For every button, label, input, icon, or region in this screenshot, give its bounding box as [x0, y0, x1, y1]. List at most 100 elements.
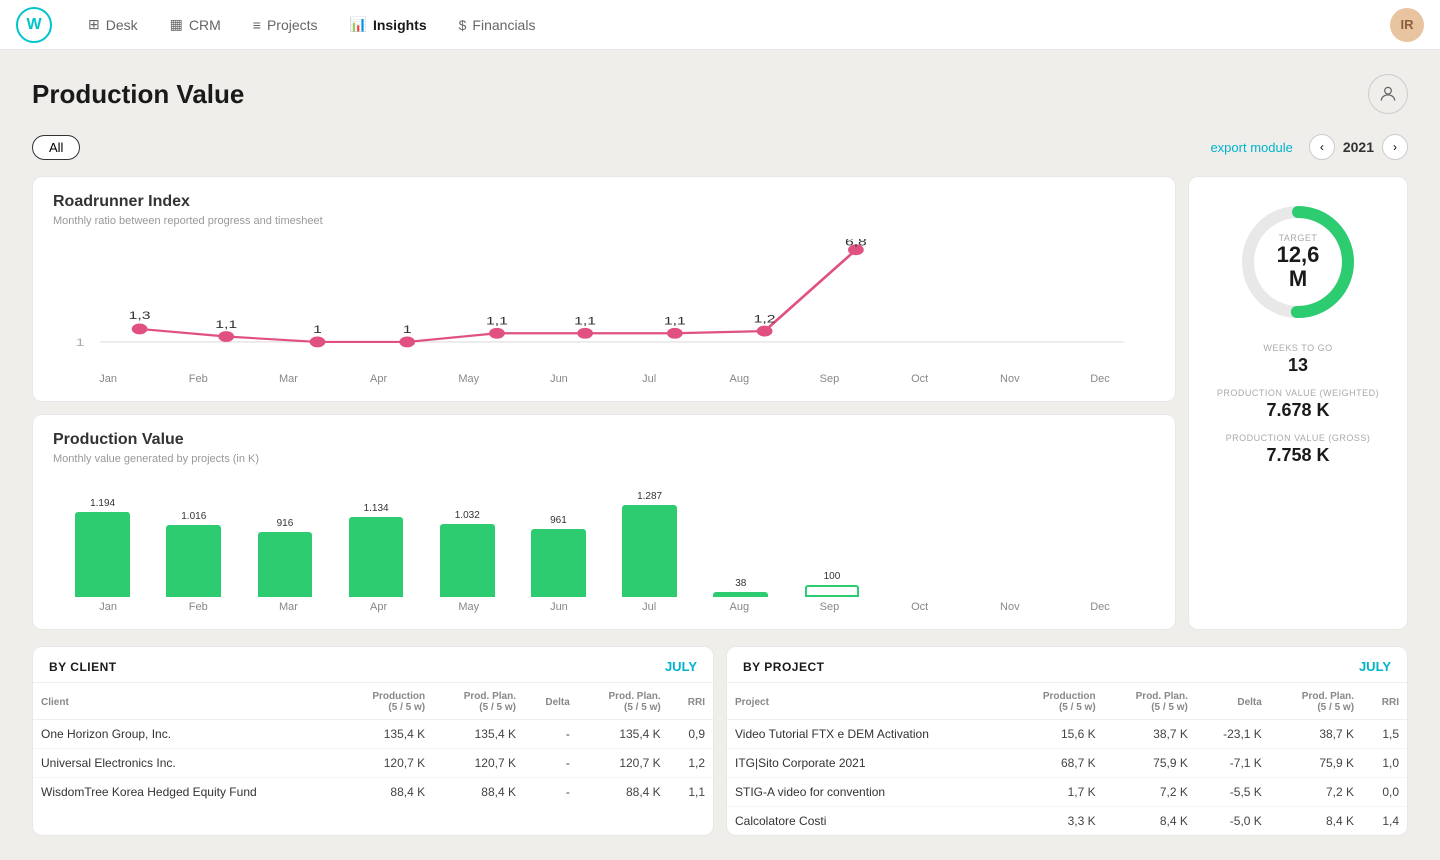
table-row: WisdomTree Korea Hedged Equity Fund 88,4… [33, 778, 713, 807]
svg-text:1: 1 [403, 324, 412, 336]
year-label: 2021 [1343, 139, 1374, 155]
charts-area: Roadrunner Index Monthly ratio between r… [32, 176, 1176, 630]
bar-jun: 961 [513, 515, 604, 597]
svg-text:1,2: 1,2 [754, 313, 776, 325]
production-x-labels: Jan Feb Mar Apr May Jun Jul Aug Sep Oct … [53, 601, 1155, 613]
nav-item-insights[interactable]: 📊 Insights [338, 10, 439, 39]
crm-icon: ▦ [170, 16, 183, 33]
bar-jul: 1.287 [604, 491, 695, 597]
year-next-button[interactable]: › [1382, 134, 1408, 160]
project-data-table: Project Production(5 / 5 w) Prod. Plan.(… [727, 683, 1407, 835]
prod-gross-value: 7.758 K [1205, 445, 1391, 466]
svg-text:1,1: 1,1 [215, 318, 237, 330]
year-prev-button[interactable]: ‹ [1309, 134, 1335, 160]
main-content: Production Value All export module ‹ 202… [0, 50, 1440, 860]
roadrunner-card: Roadrunner Index Monthly ratio between r… [32, 176, 1176, 402]
roadrunner-subtitle: Monthly ratio between reported progress … [53, 215, 1155, 227]
prod-gross-label: PRODUCTION VALUE (GROSS) [1205, 433, 1391, 443]
svg-text:1,3: 1,3 [129, 310, 151, 322]
col-production-p: Production(5 / 5 w) [1011, 683, 1104, 720]
col-delta: Delta [524, 683, 578, 720]
weeks-to-go-label: WEEKS TO GO [1205, 343, 1391, 353]
navigation: W ⊞ Desk ▦ CRM ≡ Projects 📊 Insights $ F… [0, 0, 1440, 50]
col-prod-plan2-p: Prod. Plan.(5 / 5 w) [1270, 683, 1362, 720]
prod-weighted-value: 7.678 K [1205, 400, 1391, 421]
weeks-to-go-stat: WEEKS TO GO 13 [1205, 343, 1391, 376]
roadrunner-chart: 1 1,3 [53, 239, 1155, 369]
bar-dec [1060, 594, 1151, 597]
nav-item-projects[interactable]: ≡ Projects [241, 10, 330, 39]
filter-row: All export module ‹ 2021 › [32, 134, 1408, 160]
content-grid: Roadrunner Index Monthly ratio between r… [32, 176, 1408, 630]
bar-apr: 1.134 [331, 503, 422, 597]
by-client-table: BY CLIENT JULY Client Production(5 / 5 w… [32, 646, 714, 836]
app-logo[interactable]: W [16, 7, 52, 43]
production-value-subtitle: Monthly value generated by projects (in … [53, 453, 1155, 465]
bar-feb: 1.016 [148, 511, 239, 597]
svg-text:1,1: 1,1 [664, 315, 686, 327]
svg-text:1: 1 [76, 337, 85, 349]
page-title: Production Value [32, 79, 244, 110]
roadrunner-title: Roadrunner Index [53, 193, 1155, 211]
nav-item-crm[interactable]: ▦ CRM [158, 10, 233, 39]
svg-text:1,1: 1,1 [486, 315, 508, 327]
by-project-table: BY PROJECT JULY Project Production(5 / 5… [726, 646, 1408, 836]
prod-weighted-stat: PRODUCTION VALUE (WEIGHTED) 7.678 K [1205, 388, 1391, 421]
client-data-table: Client Production(5 / 5 w) Prod. Plan.(5… [33, 683, 713, 806]
bar-may: 1.032 [422, 510, 513, 597]
filter-all-button[interactable]: All [32, 135, 80, 160]
production-value-title: Production Value [53, 431, 1155, 449]
col-production: Production(5 / 5 w) [342, 683, 434, 720]
desk-icon: ⊞ [88, 16, 100, 33]
by-project-month: JULY [1359, 659, 1391, 674]
by-project-header: BY PROJECT JULY [727, 647, 1407, 683]
col-client: Client [33, 683, 342, 720]
by-project-title: BY PROJECT [743, 660, 824, 674]
prod-gross-stat: PRODUCTION VALUE (GROSS) 7.758 K [1205, 433, 1391, 466]
table-row: ITG|Sito Corporate 2021 68,7 K 75,9 K -7… [727, 749, 1407, 778]
bar-jan: 1.194 [57, 498, 148, 597]
col-prod-plan-p: Prod. Plan.(5 / 5 w) [1104, 683, 1196, 720]
by-client-month: JULY [665, 659, 697, 674]
bar-aug: 38 [695, 578, 786, 597]
prod-weighted-label: PRODUCTION VALUE (WEIGHTED) [1205, 388, 1391, 398]
bar-oct [878, 594, 969, 597]
nav-item-desk[interactable]: ⊞ Desk [76, 10, 150, 39]
donut-chart: TARGET 12,6 M [1233, 197, 1363, 327]
col-rri: RRI [669, 683, 713, 720]
bar-chart: 1.194 1.016 916 1.134 [53, 477, 1155, 597]
insights-icon: 📊 [350, 16, 367, 33]
avatar[interactable]: IR [1390, 8, 1424, 42]
weeks-to-go-value: 13 [1205, 355, 1391, 376]
nav-items: ⊞ Desk ▦ CRM ≡ Projects 📊 Insights $ Fin… [76, 10, 1390, 39]
svg-text:6,8: 6,8 [845, 239, 867, 248]
stats-block: WEEKS TO GO 13 PRODUCTION VALUE (WEIGHTE… [1205, 343, 1391, 466]
table-row: Calcolatore Costi 3,3 K 8,4 K -5,0 K 8,4… [727, 807, 1407, 836]
col-project: Project [727, 683, 1011, 720]
by-client-title: BY CLIENT [49, 660, 117, 674]
col-rri-p: RRI [1362, 683, 1407, 720]
bar-mar: 916 [239, 518, 330, 597]
col-delta-p: Delta [1196, 683, 1270, 720]
col-prod-plan2: Prod. Plan.(5 / 5 w) [578, 683, 669, 720]
by-client-header: BY CLIENT JULY [33, 647, 713, 683]
year-nav: ‹ 2021 › [1309, 134, 1408, 160]
svg-text:1,1: 1,1 [574, 315, 596, 327]
tables-row: BY CLIENT JULY Client Production(5 / 5 w… [32, 646, 1408, 836]
nav-item-financials[interactable]: $ Financials [447, 10, 548, 39]
svg-text:1: 1 [313, 324, 322, 336]
person-icon[interactable] [1368, 74, 1408, 114]
table-row: STIG-A video for convention 1,7 K 7,2 K … [727, 778, 1407, 807]
donut-value: 12,6 M [1266, 243, 1331, 291]
right-panel: TARGET 12,6 M WEEKS TO GO 13 PRODUCTION … [1188, 176, 1408, 630]
export-link[interactable]: export module [1210, 140, 1292, 155]
col-prod-plan: Prod. Plan.(5 / 5 w) [433, 683, 524, 720]
table-row: Video Tutorial FTX e DEM Activation 15,6… [727, 720, 1407, 749]
page-header: Production Value [32, 74, 1408, 114]
projects-icon: ≡ [253, 17, 261, 33]
bar-sep: 100 [786, 571, 877, 597]
bar-nov [969, 594, 1060, 597]
table-row: Universal Electronics Inc. 120,7 K 120,7… [33, 749, 713, 778]
production-value-card: Production Value Monthly value generated… [32, 414, 1176, 630]
table-row: One Horizon Group, Inc. 135,4 K 135,4 K … [33, 720, 713, 749]
